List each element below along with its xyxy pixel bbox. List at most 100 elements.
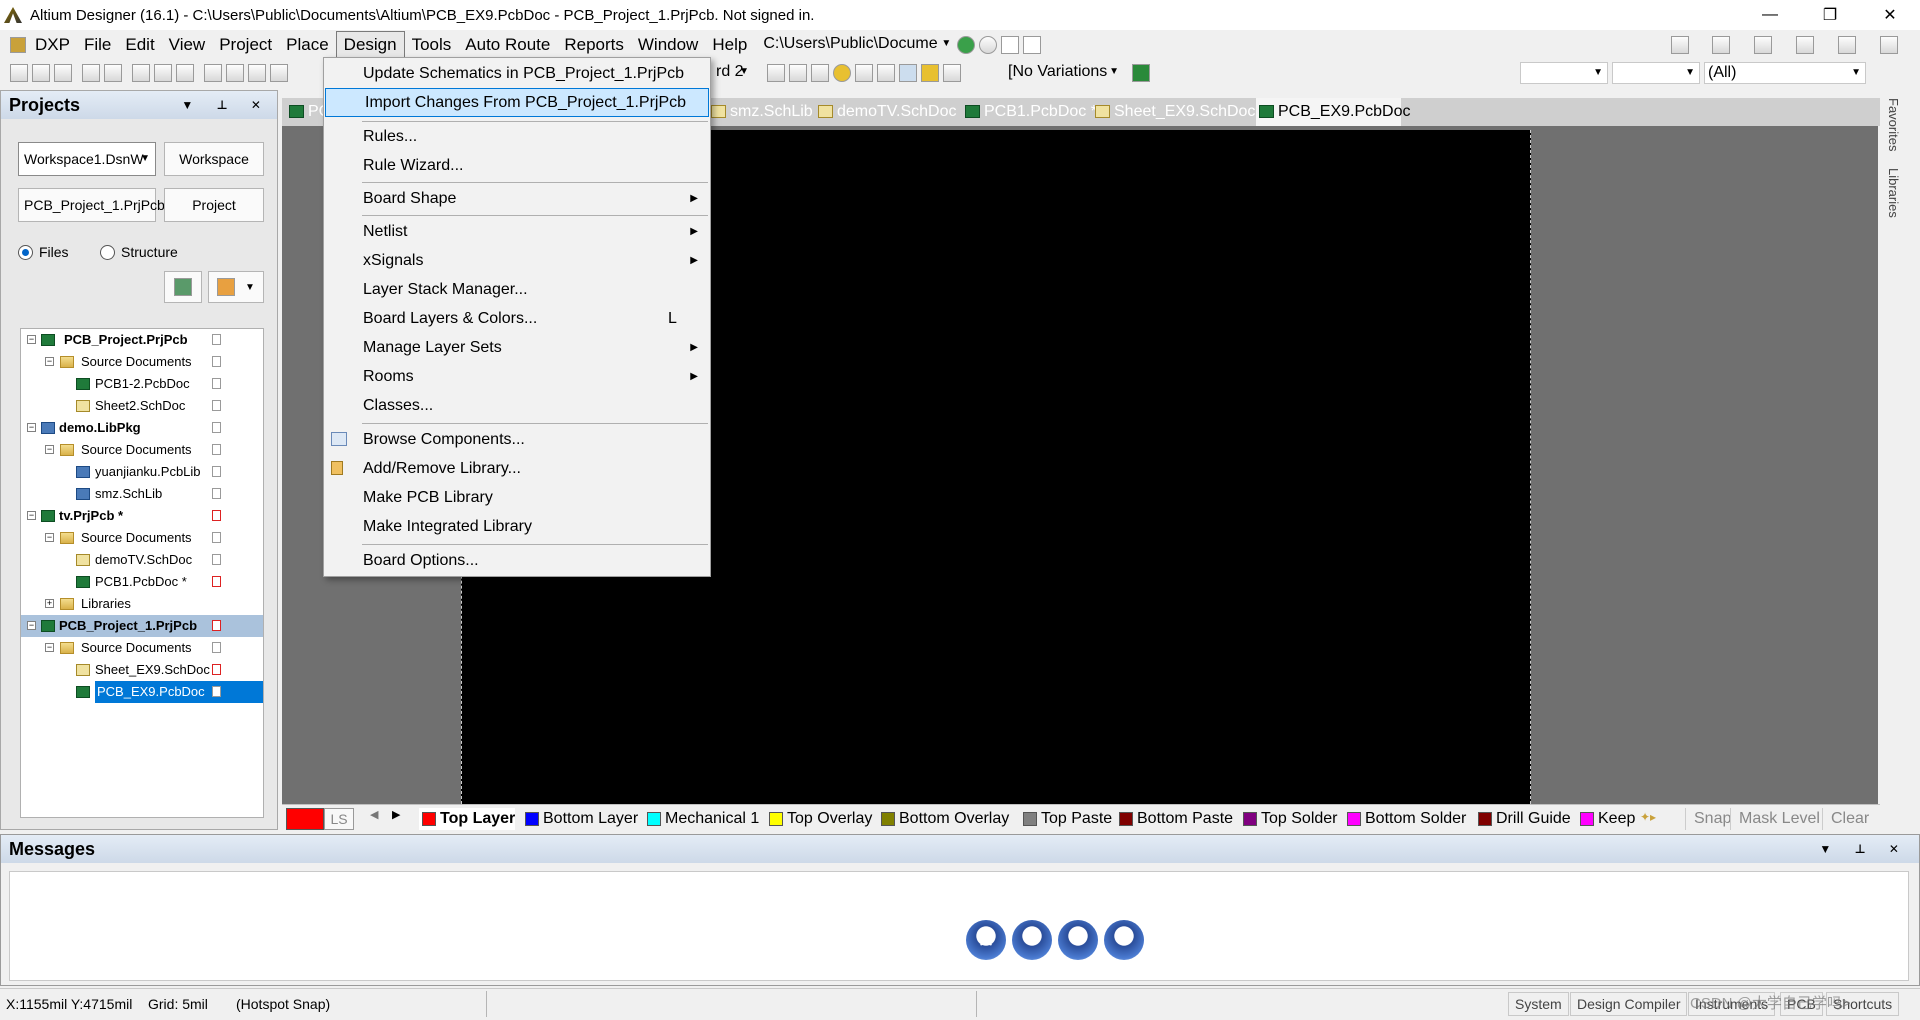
scroll-left-icon[interactable]: ◀ — [370, 808, 378, 821]
workspace-button[interactable]: Workspace — [164, 142, 264, 176]
tree-row[interactable]: − Source Documents — [21, 351, 263, 373]
radio-files-indicator[interactable] — [18, 244, 33, 260]
wire-icon[interactable] — [1670, 36, 1689, 55]
panel-controls[interactable]: ▼ ⊥ ✕ — [181, 91, 271, 119]
arc-icon[interactable] — [877, 64, 895, 83]
home-icon[interactable] — [1001, 36, 1020, 54]
tree-row[interactable]: smz.SchLib — [21, 483, 263, 505]
scroll-right-icon[interactable]: ▶ — [392, 808, 400, 821]
layer-tab-bottom-solder[interactable]: Bottom Solder — [1344, 808, 1466, 830]
layer-tab-mechanical-1[interactable]: Mechanical 1 — [644, 808, 759, 830]
workspace-combo[interactable]: Workspace1.DsnW ▼ — [18, 142, 156, 176]
menu-edit[interactable]: Edit — [118, 31, 161, 59]
pad-icon[interactable] — [833, 64, 851, 83]
filter-icon[interactable] — [1754, 36, 1773, 55]
project-options-button[interactable] — [164, 271, 202, 303]
menu-design[interactable]: Design — [335, 31, 405, 59]
collapse-icon[interactable]: − — [45, 357, 54, 366]
menu-window[interactable]: Window — [631, 31, 705, 59]
tree-row[interactable]: − PCB_Project_1.PrjPcb — [21, 615, 263, 637]
collapse-icon[interactable]: − — [27, 423, 36, 432]
variations-combo[interactable]: [No Variations ▼ — [1005, 62, 1123, 84]
tab-libraries[interactable]: Libraries — [1886, 168, 1901, 218]
layer-stack-icon[interactable] — [132, 64, 150, 83]
tree-row[interactable]: PCB_EX9.PcbDoc — [21, 681, 263, 703]
layer-set-button[interactable]: LS — [324, 808, 354, 830]
folder-icon[interactable] — [176, 64, 194, 83]
mask-level-button[interactable]: Mask Level — [1730, 808, 1820, 830]
menu-view[interactable]: View — [162, 31, 213, 59]
snap-button[interactable]: Snap — [1685, 808, 1731, 830]
layer-tab-bottom-paste[interactable]: Bottom Paste — [1116, 808, 1233, 830]
tab-pc[interactable]: PC — [286, 98, 330, 126]
tree-row[interactable]: − Source Documents — [21, 439, 263, 461]
menu-reports[interactable]: Reports — [557, 31, 631, 59]
tree-row[interactable]: PCB1.PcbDoc * — [21, 571, 263, 593]
tree-row[interactable]: − Source Documents — [21, 637, 263, 659]
layer-visibility-icon[interactable]: ✦▸ — [1640, 810, 1656, 824]
tree-row[interactable]: PCB1-2.PcbDoc — [21, 373, 263, 395]
grid-icon[interactable] — [1880, 36, 1898, 55]
new-icon[interactable] — [10, 64, 28, 83]
forward-icon[interactable] — [979, 36, 998, 54]
layer-tab-drill-guide[interactable]: Drill Guide — [1475, 808, 1571, 830]
tab-sheet-ex9-schdoc[interactable]: Sheet_EX9.SchDoc * — [1092, 98, 1266, 126]
zoom-area-icon[interactable] — [226, 64, 244, 83]
multi-route-icon[interactable] — [811, 64, 829, 83]
component-icon[interactable] — [943, 64, 961, 83]
back-icon[interactable] — [957, 36, 976, 54]
menu-layer-stack-manager[interactable]: Layer Stack Manager... — [324, 275, 710, 304]
collapse-icon[interactable]: − — [27, 511, 36, 520]
menu-import-changes[interactable]: Import Changes From PCB_Project_1.PrjPcb — [325, 88, 709, 117]
open-icon[interactable] — [32, 64, 50, 83]
collapse-icon[interactable]: − — [45, 445, 54, 454]
menu-make-integrated-library[interactable]: Make Integrated Library — [324, 512, 710, 541]
std-combo[interactable]: rd 2 ▼ — [713, 62, 753, 84]
layer-tab-top-solder[interactable]: Top Solder — [1240, 808, 1338, 830]
close-button[interactable]: ✕ — [1860, 0, 1920, 30]
tab-smz-schlib[interactable]: smz.SchLib — [708, 98, 813, 126]
design-compiler-button[interactable]: Design Compiler — [1570, 992, 1688, 1016]
menu-board-options[interactable]: Board Options... — [324, 546, 710, 575]
collapse-icon[interactable]: − — [27, 621, 36, 630]
minimize-button[interactable]: — — [1740, 0, 1800, 30]
menu-rule-wizard[interactable]: Rule Wizard... — [324, 151, 710, 180]
tree-row[interactable]: + Libraries — [21, 593, 263, 615]
layer-tab-bottom-overlay[interactable]: Bottom Overlay — [878, 808, 1009, 830]
tab-favorites[interactable]: Favorites — [1886, 98, 1901, 151]
layer-tab-keep[interactable]: Keep — [1577, 808, 1635, 830]
project-combo[interactable]: PCB_Project_1.PrjPcb — [18, 188, 165, 222]
tree-row[interactable]: yuanjianku.PcbLib — [21, 461, 263, 483]
filter-combo-1[interactable]: ▼ — [1520, 62, 1608, 84]
tree-row[interactable]: Sheet2.SchDoc — [21, 395, 263, 417]
menu-browse-components[interactable]: Browse Components... — [324, 425, 710, 454]
collapse-icon[interactable]: − — [45, 643, 54, 652]
project-button[interactable]: Project — [164, 188, 264, 222]
system-button[interactable]: System — [1508, 992, 1569, 1016]
diff-pair-icon[interactable] — [789, 64, 807, 83]
save-icon[interactable] — [54, 64, 72, 83]
filter-all-combo[interactable]: (All) ▼ — [1704, 62, 1866, 84]
menu-classes[interactable]: Classes... — [324, 391, 710, 420]
collapse-icon[interactable]: − — [45, 533, 54, 542]
menu-update-schematics[interactable]: Update Schematics in PCB_Project_1.PrjPc… — [324, 59, 710, 88]
clear-button[interactable]: Clear — [1822, 808, 1869, 830]
menu-xsignals[interactable]: xSignals ▶ — [324, 246, 710, 275]
tree-row[interactable]: − PCB_Project.PrjPcb — [21, 329, 263, 351]
menu-rooms[interactable]: Rooms ▶ — [324, 362, 710, 391]
cut-icon[interactable] — [270, 64, 288, 83]
layer-tab-bottom-layer[interactable]: Bottom Layer — [522, 808, 638, 830]
panel-controls[interactable]: ▼ ⊥ ✕ — [1819, 835, 1909, 863]
maximize-button[interactable]: ❐ — [1800, 0, 1860, 30]
route-icon[interactable] — [767, 64, 785, 83]
variant-icon[interactable] — [1132, 64, 1150, 82]
layer-tab-top-paste[interactable]: Top Paste — [1020, 808, 1112, 830]
radio-structure-indicator[interactable] — [100, 244, 115, 260]
current-layer-swatch[interactable] — [286, 808, 324, 830]
tab-demotv-schdoc[interactable]: demoTV.SchDoc — [815, 98, 956, 126]
tab-pcb1-pcbdoc[interactable]: PCB1.PcbDoc * — [962, 98, 1097, 126]
tree-row[interactable]: demoTV.SchDoc — [21, 549, 263, 571]
messages-list[interactable] — [9, 871, 1909, 981]
polygon-icon[interactable] — [921, 64, 939, 83]
tab-pcb-ex9-pcbdoc[interactable]: PCB_EX9.PcbDoc — [1256, 98, 1411, 126]
